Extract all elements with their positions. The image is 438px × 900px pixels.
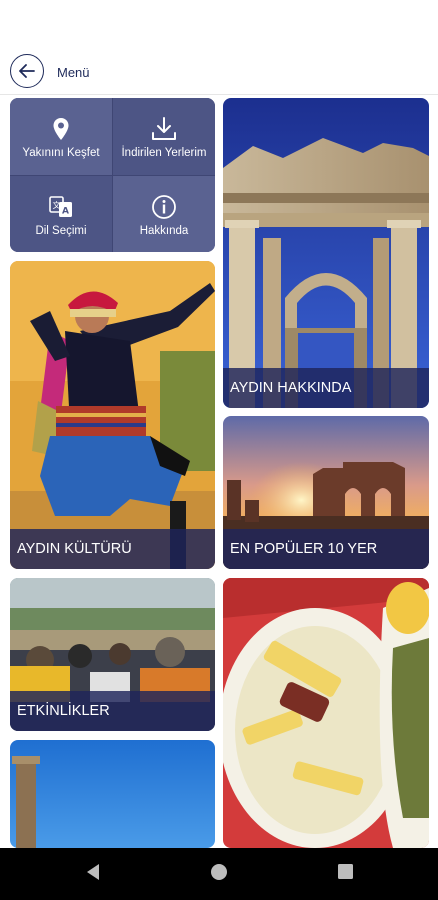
card-about-aydin[interactable]: AYDIN HAKKINDA — [223, 98, 429, 408]
menu-item-label: Hakkında — [139, 224, 189, 237]
content-grid: Yakınını Keşfet İndirilen Yerlerim 文 A D — [0, 96, 438, 848]
info-icon — [151, 193, 177, 221]
card-label: AYDIN HAKKINDA — [223, 368, 429, 408]
menu-item-nearby[interactable]: Yakınını Keşfet — [10, 98, 112, 175]
translate-icon: 文 A — [49, 193, 73, 221]
svg-text:文: 文 — [53, 200, 61, 210]
ancient-column-image — [10, 740, 215, 848]
menu-item-about[interactable]: Hakkında — [113, 176, 215, 252]
download-icon — [151, 115, 177, 143]
menu-item-label: Dil Seçimi — [35, 224, 87, 237]
quick-menu: Yakınını Keşfet İndirilen Yerlerim 文 A D — [10, 98, 215, 252]
divider — [10, 175, 215, 176]
card-aydin-culture[interactable]: AYDIN KÜLTÜRÜ — [10, 261, 215, 569]
arrow-left-icon — [19, 64, 35, 78]
card-events[interactable]: ETKİNLİKLER — [10, 578, 215, 731]
nav-back-icon[interactable] — [85, 863, 101, 881]
back-button[interactable] — [10, 54, 44, 88]
card-label: ETKİNLİKLER — [10, 691, 215, 731]
app-header: Menü — [0, 48, 438, 95]
folk-dancer-image — [10, 261, 215, 569]
system-nav-bar — [0, 848, 438, 900]
card-column-sky[interactable] — [10, 740, 215, 848]
location-pin-icon — [52, 115, 70, 143]
page-title: Menü — [57, 65, 90, 80]
svg-text:A: A — [62, 206, 69, 216]
menu-item-label: Yakınını Keşfet — [22, 146, 100, 159]
menu-item-label: İndirilen Yerlerim — [121, 146, 207, 159]
nav-home-icon[interactable] — [210, 863, 228, 881]
ruins-gate-image — [223, 98, 429, 408]
menu-item-downloads[interactable]: İndirilen Yerlerim — [113, 98, 215, 175]
food-dish-image — [223, 578, 429, 848]
card-food[interactable] — [223, 578, 429, 848]
card-label: EN POPÜLER 10 YER — [223, 529, 429, 569]
card-label: AYDIN KÜLTÜRÜ — [10, 529, 215, 569]
menu-item-language[interactable]: 文 A Dil Seçimi — [10, 176, 112, 252]
card-top-10-places[interactable]: EN POPÜLER 10 YER — [223, 416, 429, 569]
nav-recents-icon[interactable] — [337, 863, 354, 880]
